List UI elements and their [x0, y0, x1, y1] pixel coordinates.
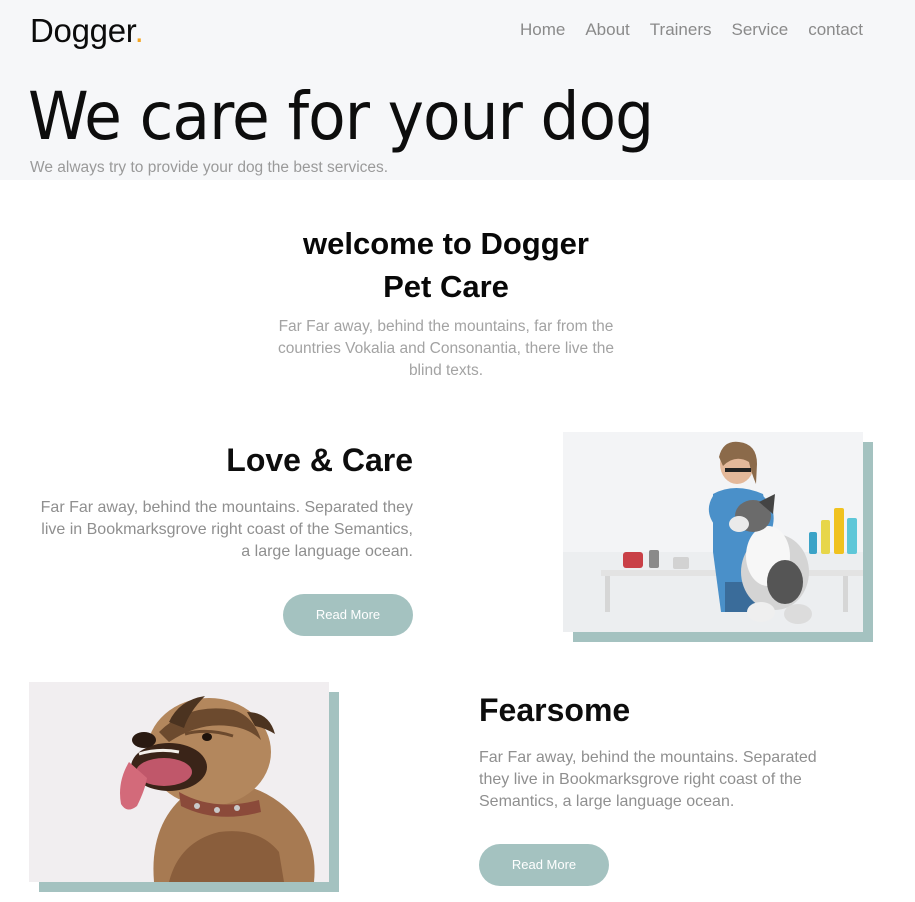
- hero-subtitle: We always try to provide your dog the be…: [30, 159, 389, 176]
- welcome-title-line2: Pet Care: [383, 269, 509, 304]
- feature-text-fearsome: Far Far away, behind the mountains. Sepa…: [479, 749, 817, 810]
- feature-title-love-care: Love & Care: [226, 442, 413, 478]
- nav-trainers[interactable]: Trainers: [650, 20, 712, 40]
- welcome-title: welcome to Dogger Pet Care: [245, 222, 647, 308]
- welcome-title-line1: welcome to Dogger: [303, 226, 589, 261]
- bulldog-photo-icon: [29, 682, 329, 882]
- hero-title: We care for your dog: [28, 78, 654, 155]
- feature-text-love-care: Far Far away, behind the mountains. Sepa…: [40, 499, 413, 560]
- nav-contact[interactable]: contact: [808, 20, 863, 40]
- read-more-button-love-care[interactable]: Read More: [283, 594, 413, 636]
- main-nav: Home About Trainers Service contact: [500, 20, 863, 40]
- nav-home[interactable]: Home: [520, 20, 565, 40]
- feature-image-love-care: [563, 432, 873, 642]
- feature-title-fearsome: Fearsome: [479, 692, 631, 728]
- brand-name: Dogger: [30, 12, 135, 49]
- brand-logo[interactable]: Dogger.: [30, 12, 144, 50]
- vet-with-dog-photo-icon: [563, 432, 863, 632]
- read-more-button-fearsome[interactable]: Read More: [479, 844, 609, 886]
- nav-service[interactable]: Service: [732, 20, 789, 40]
- hero-section: Dogger. Home About Trainers Service cont…: [0, 0, 915, 180]
- feature-image-fearsome: [29, 682, 339, 892]
- nav-about[interactable]: About: [585, 20, 629, 40]
- brand-dot: .: [134, 12, 144, 49]
- welcome-text: Far Far away, behind the mountains, far …: [277, 318, 615, 379]
